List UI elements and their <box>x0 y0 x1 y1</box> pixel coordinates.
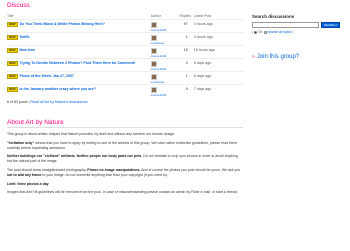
about-paragraph: "Invitation only" means that you have to… <box>7 141 243 151</box>
close-paren: ) <box>292 30 294 34</box>
author-link[interactable]: cosme1234 <box>151 54 180 58</box>
topic-link[interactable]: Photo of the Week, Jan 27, 2007 <box>20 74 74 78</box>
new-badge: NEW <box>7 86 18 92</box>
search-discussions-title: Search discussions <box>252 14 295 19</box>
limit-text: Limit: three photos a day <box>7 181 49 186</box>
author-link[interactable]: musicores <box>151 80 180 84</box>
about-text: means that you have to apply by writing … <box>7 140 237 150</box>
table-row: NEW Sniffs musicores 1 4 hours ago <box>7 31 243 45</box>
table-row: NEW New Icon cosme1234 15 16 hours ago <box>7 44 243 58</box>
search-input[interactable] <box>252 22 319 28</box>
topics-table: Title Author Replies Latest Post NEW Do Y… <box>7 14 243 97</box>
topic-link[interactable]: Trying To Decide Between 2 Photos? Post … <box>20 61 136 65</box>
rule-text: Please no image manipulations. <box>87 167 141 172</box>
table-row: NEW Do You Think Black & White Photos Bel… <box>7 18 243 32</box>
topic-link[interactable]: Sniffs <box>20 35 30 39</box>
replies-count: 97 <box>179 18 194 32</box>
scope-all-radio[interactable] <box>263 30 267 34</box>
latest-post: 7 days ago <box>193 83 243 97</box>
about-paragraph: Images that don't fit guidelines will be… <box>7 190 238 195</box>
about-paragraph: The post should show straightforward pho… <box>7 168 243 178</box>
latest-post: 6 days ago <box>193 70 243 84</box>
arrow-right-icon: » <box>252 54 255 60</box>
replies-count: 1 <box>179 70 194 84</box>
topic-link[interactable]: New Icon <box>20 48 36 52</box>
post-count: 6 of 83 posts <box>7 100 28 104</box>
replies-count: 6 <box>179 83 194 97</box>
search-button[interactable]: SEARCH <box>321 22 340 28</box>
about-paragraph: Neither buildings nor "civilized" artifa… <box>7 154 243 164</box>
new-badge: NEW <box>7 21 18 27</box>
rule-text: not to add any frame <box>7 172 42 177</box>
invitation-only-text: "Invitation only" <box>7 140 35 145</box>
replies-count: 1 <box>179 31 194 45</box>
new-badge: NEW <box>7 47 18 53</box>
new-badge: NEW <box>7 34 18 40</box>
search-row: SEARCH <box>252 22 347 28</box>
table-row: NEW Photo of the Week, Jan 27, 2007 music… <box>7 70 243 84</box>
about-text: to your image: do not overwrite anything… <box>41 172 169 177</box>
about-paragraph: This group is about artistic shapes that… <box>7 132 176 136</box>
table-row: NEW Is the January weather crazy where yo… <box>7 83 243 97</box>
author-link[interactable]: cosme1234 <box>151 28 180 32</box>
join-group: » Join this group? <box>252 54 347 60</box>
latest-post: 6 days ago <box>193 57 243 71</box>
author-link[interactable]: cosme1234 <box>151 93 180 97</box>
join-group-link[interactable]: Join this group? <box>257 54 299 60</box>
author-link[interactable]: musicores <box>151 41 180 45</box>
about-paragraph: Limit: three photos a day <box>7 182 243 187</box>
browse-all-topics-link[interactable]: browse all topics <box>268 30 292 34</box>
discuss-title: Discuss <box>7 2 30 9</box>
new-badge: NEW <box>7 73 18 79</box>
author-link[interactable]: cosme1234 <box>151 67 180 71</box>
latest-post: 16 hours ago <box>193 44 243 58</box>
discussion-pager: 6 of 83 posts | Read all Art by Nature's… <box>7 100 243 104</box>
latest-post: 4 hours ago <box>193 18 243 32</box>
main-column: Discuss Title Author Replies Latest Post… <box>7 2 243 199</box>
topic-link[interactable]: Is the January weather crazy where you a… <box>20 87 96 91</box>
about-text: The post should show straightforward pho… <box>7 167 88 172</box>
latest-post: 4 hours ago <box>193 31 243 45</box>
replies-count: 15 <box>179 44 194 58</box>
about-text: And of course the photos you post should… <box>140 167 241 172</box>
pager-separator: | <box>28 100 30 104</box>
new-badge: NEW <box>7 60 18 66</box>
about-title: About Art by Nature <box>7 119 243 128</box>
rule-text: Neither buildings nor "civilized" artifa… <box>7 154 143 159</box>
open-paren: ( <box>252 30 254 34</box>
search-scope: ( OK browse all topics ) <box>252 30 347 34</box>
about-section: This group is about artistic shapes that… <box>7 132 243 195</box>
scope-current-radio[interactable] <box>254 30 258 34</box>
table-row: NEW Trying To Decide Between 2 Photos? Po… <box>7 57 243 71</box>
topic-link[interactable]: Do You Think Black & White Photos Belong… <box>20 22 105 26</box>
read-all-discussions-link[interactable]: Read all Art by Nature's discussions <box>31 100 88 104</box>
scope-current-label: OK <box>258 30 263 34</box>
replies-count: 0 <box>179 57 194 71</box>
sidebar: Search discussions SEARCH ( OK browse al… <box>252 14 347 60</box>
